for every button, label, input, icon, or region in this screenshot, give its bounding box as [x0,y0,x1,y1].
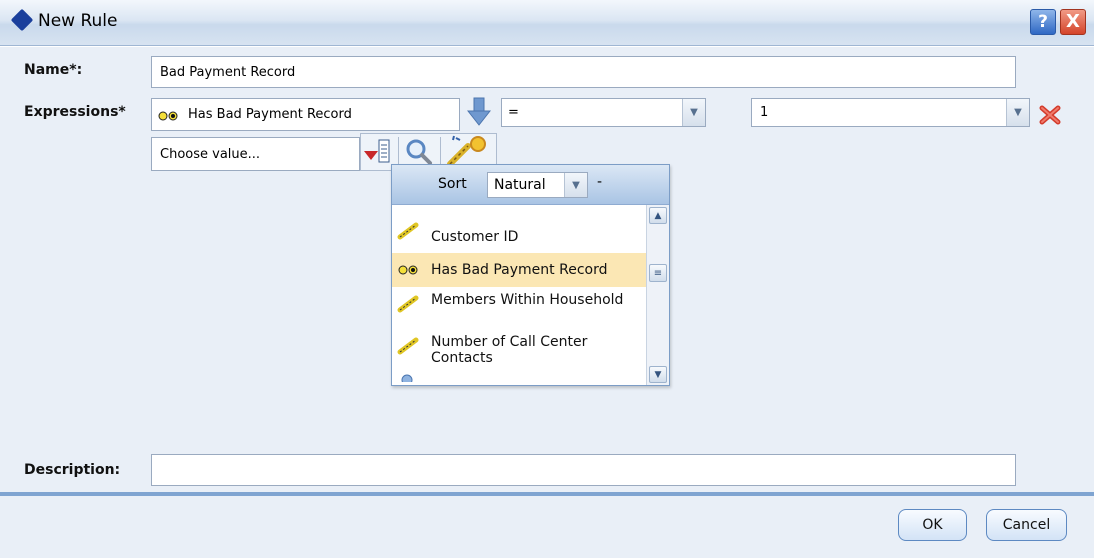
value-value: 1 [760,105,769,120]
choose-value-field[interactable]: Choose value... [151,137,360,171]
name-field[interactable]: Bad Payment Record [151,56,1016,88]
sort-select[interactable]: Natural ▼ [487,172,588,198]
ruler-icon [397,337,419,355]
list-item-label: Members Within Household [431,292,624,308]
dialog-footer: OK Cancel [0,492,1094,558]
name-value: Bad Payment Record [160,64,296,80]
toolbar-divider [398,137,399,167]
chevron-down-icon[interactable]: ▼ [1006,99,1029,126]
list-item-selected[interactable]: Has Bad Payment Record [392,253,646,287]
insert-arrow-icon[interactable] [467,97,491,127]
delete-icon[interactable] [1039,105,1061,125]
choose-value-placeholder: Choose value... [160,146,261,162]
operator-select[interactable]: = ▼ [501,98,706,127]
sort-label: Sort [438,176,467,192]
field-selector[interactable]: Has Bad Payment Record [151,98,460,131]
field-picker-popup: Sort Natural ▼ - Customer ID Has Bad Pay… [391,164,670,386]
name-label: Name*: [24,62,83,78]
scroll-thumb[interactable]: ≡ [649,264,667,282]
toolbar-divider [440,137,441,167]
ruler-icon [397,222,419,240]
scroll-down-icon[interactable]: ▼ [649,366,667,383]
window-title: New Rule [38,11,118,31]
list-item[interactable]: Members Within Household [392,289,646,329]
popup-scrollbar[interactable]: ▲ ≡ ▼ [646,205,669,385]
title-bar: New Rule ? X [0,0,1094,46]
ok-button[interactable]: OK [898,509,967,541]
pick-list-icon[interactable] [362,137,396,167]
list-item[interactable]: Number of Call Center Contacts [392,331,646,371]
list-item-label: Number of Call Center Contacts [431,334,588,366]
ruler-icon [397,295,419,313]
value-select[interactable]: 1 ▼ [751,98,1030,127]
popup-header: Sort Natural ▼ - [392,165,669,205]
sort-value: Natural [494,177,546,193]
field-value: Has Bad Payment Record [188,107,352,122]
description-field[interactable] [151,454,1016,486]
expressions-label: Expressions* [24,104,126,120]
description-label: Description: [24,462,121,478]
diamond-icon [10,8,34,32]
list-item-label: Customer ID [431,229,519,245]
close-button[interactable]: X [1060,9,1086,35]
cancel-button[interactable]: Cancel [986,509,1067,541]
flag-binary-icon [158,111,178,120]
nominal-icon [401,374,413,382]
scroll-up-icon[interactable]: ▲ [649,207,667,224]
help-button[interactable]: ? [1030,9,1056,35]
operator-value: = [508,105,519,120]
flag-binary-icon [398,265,418,275]
sort-extra: - [597,174,603,190]
chevron-down-icon[interactable]: ▼ [564,173,587,197]
chevron-down-icon[interactable]: ▼ [682,99,705,126]
list-item[interactable]: Customer ID [392,220,646,256]
magic-wand-icon[interactable] [446,134,492,168]
list-item-label: Has Bad Payment Record [431,262,608,278]
